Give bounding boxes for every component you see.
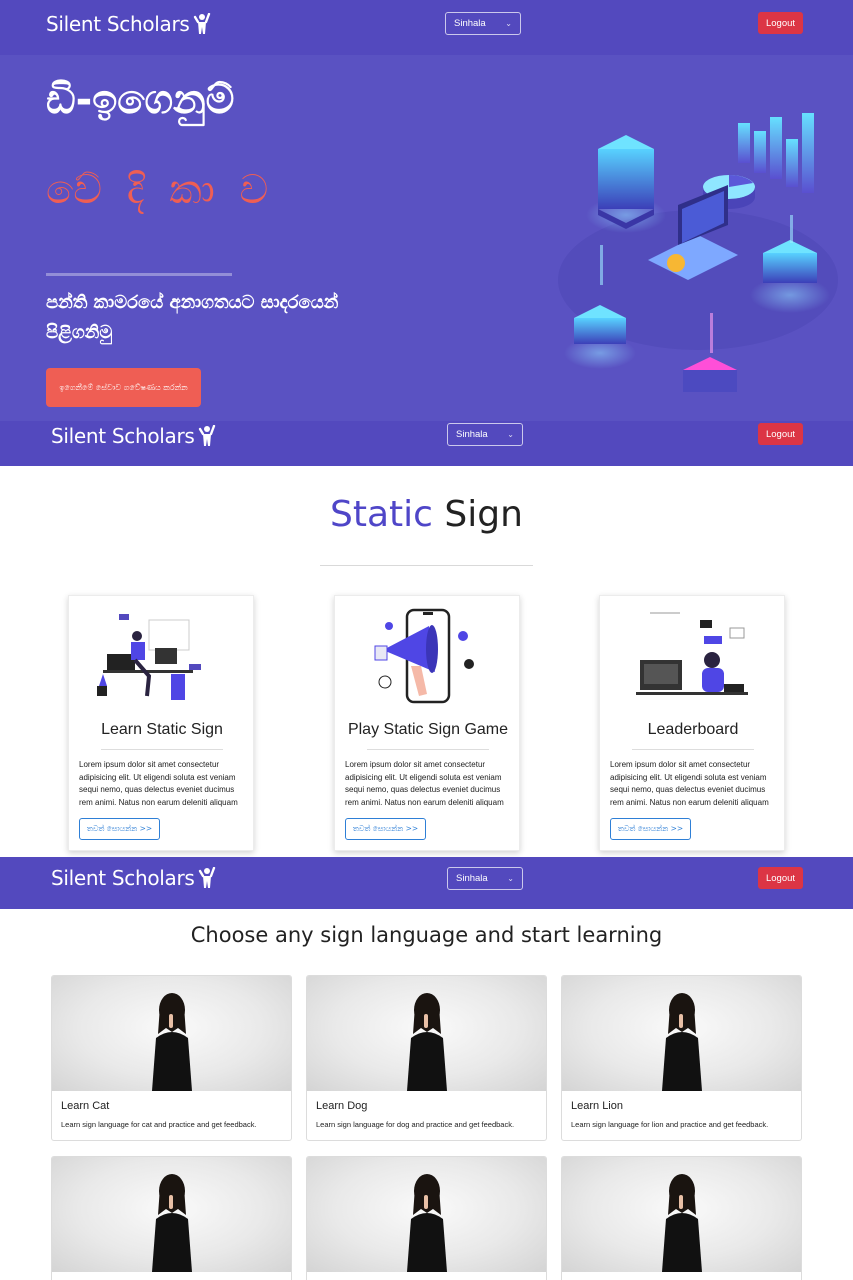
signing-woman-photo (562, 976, 801, 1091)
person-at-desk-illustration (97, 614, 201, 700)
read-more-button[interactable]: තවත් සොයන්න >> (345, 818, 426, 840)
card-divider (632, 749, 754, 750)
language-value: Sinhala (456, 873, 488, 884)
hero-section: ඩි-ඉගෙනුම් වේ දි කා ව පන්ති කාමරයේ අනාගත… (0, 55, 853, 421)
heading-rest: Sign (444, 494, 523, 535)
learn-card[interactable] (306, 1156, 547, 1280)
hero-title: ඩි-ඉගෙනුම් (46, 77, 235, 123)
second-navbar: Silent Scholars Sinhala ⌄ Logout (0, 421, 853, 466)
logout-button[interactable]: Logout (758, 12, 803, 34)
phone-megaphone-illustration (374, 608, 474, 704)
learn-card[interactable]: Learn Cat Learn sign language for cat an… (51, 975, 292, 1141)
person-raising-hand-icon (193, 13, 210, 34)
card-divider (101, 749, 223, 750)
learn-card-title: Learn Dog (316, 1100, 368, 1112)
explore-learning-button[interactable]: ඉගෙනීමේ සේවාව ගවේෂණය කරන්න (46, 368, 201, 407)
language-value: Sinhala (456, 429, 488, 440)
language-select[interactable]: Sinhala ⌄ (447, 867, 523, 890)
language-value: Sinhala (454, 18, 486, 29)
card-text: Lorem ipsum dolor sit amet consectetur a… (79, 760, 238, 807)
brand-name: Silent Scholars (46, 12, 190, 36)
learn-card-title: Learn Lion (571, 1100, 623, 1112)
static-sign-section: Static Sign Learn Static Sign Lorem ipsu… (0, 466, 853, 857)
signing-woman-figure (407, 993, 447, 1091)
signing-woman-figure (152, 1174, 192, 1272)
brand-logo[interactable]: Silent Scholars (51, 866, 216, 890)
card-play-static-sign-game: Play Static Sign Game Lorem ipsum dolor … (334, 595, 520, 851)
learn-card-desc: Learn sign language for dog and practice… (316, 1120, 515, 1129)
isometric-tech-illustration (558, 113, 838, 392)
card-learn-static-sign: Learn Static Sign Lorem ipsum dolor sit … (68, 595, 254, 851)
learn-card[interactable]: Learn Dog Learn sign language for dog an… (306, 975, 547, 1141)
signing-woman-figure (662, 1174, 702, 1272)
card-title: Learn Static Sign (101, 721, 223, 738)
chevron-down-icon: ⌄ (505, 19, 512, 28)
chevron-down-icon: ⌄ (507, 430, 514, 439)
learn-section: Choose any sign language and start learn… (0, 909, 853, 1280)
signing-woman-figure (662, 993, 702, 1091)
brand-name: Silent Scholars (51, 424, 195, 448)
third-navbar: Silent Scholars Sinhala ⌄ Logout (0, 857, 853, 909)
learn-card[interactable] (561, 1156, 802, 1280)
learn-card-title: Learn Cat (61, 1100, 110, 1112)
hero-divider (46, 273, 232, 276)
read-more-button[interactable]: තවත් සොයන්න >> (79, 818, 160, 840)
learn-card-desc: Learn sign language for lion and practic… (571, 1120, 769, 1129)
hero-subtitle-word: වේ දි කා ව (46, 167, 275, 213)
signing-woman-figure (407, 1174, 447, 1272)
card-divider (367, 749, 489, 750)
signing-woman-photo (52, 1157, 291, 1272)
signing-woman-figure (152, 993, 192, 1091)
chevron-down-icon: ⌄ (507, 874, 514, 883)
person-raising-hand-icon (198, 425, 215, 446)
person-raising-hand-icon (198, 867, 215, 888)
logout-button[interactable]: Logout (758, 423, 803, 445)
heading-divider (320, 565, 533, 566)
person-with-monitor-illustration (636, 612, 748, 695)
language-select[interactable]: Sinhala ⌄ (447, 423, 523, 446)
signing-woman-photo (562, 1157, 801, 1272)
card-text: Lorem ipsum dolor sit amet consectetur a… (345, 760, 504, 807)
card-leaderboard: Leaderboard Lorem ipsum dolor sit amet c… (599, 595, 785, 851)
learn-card-desc: Learn sign language for cat and practice… (61, 1120, 257, 1129)
read-more-button[interactable]: තවත් සොයන්න >> (610, 818, 691, 840)
signing-woman-photo (52, 976, 291, 1091)
logout-button[interactable]: Logout (758, 867, 803, 889)
card-text: Lorem ipsum dolor sit amet consectetur a… (610, 760, 769, 807)
signing-woman-photo (307, 1157, 546, 1272)
heading-accent: Static (330, 494, 433, 535)
top-navbar: Silent Scholars Sinhala ⌄ Logout (0, 0, 853, 55)
learn-card[interactable] (51, 1156, 292, 1280)
hero-tagline: පන්ති කාමරයේ අනාගතයට සාදරයෙන් පිළිගනිමු (46, 292, 339, 343)
static-sign-heading: Static Sign (0, 494, 853, 535)
learn-card[interactable]: Learn Lion Learn sign language for lion … (561, 975, 802, 1141)
brand-logo[interactable]: Silent Scholars (46, 12, 211, 36)
card-title: Play Static Sign Game (347, 721, 509, 738)
signing-woman-photo (307, 976, 546, 1091)
card-title: Leaderboard (647, 721, 739, 738)
brand-name: Silent Scholars (51, 866, 195, 890)
learn-heading: Choose any sign language and start learn… (190, 923, 663, 947)
brand-logo[interactable]: Silent Scholars (51, 424, 216, 448)
language-select[interactable]: Sinhala ⌄ (445, 12, 521, 35)
